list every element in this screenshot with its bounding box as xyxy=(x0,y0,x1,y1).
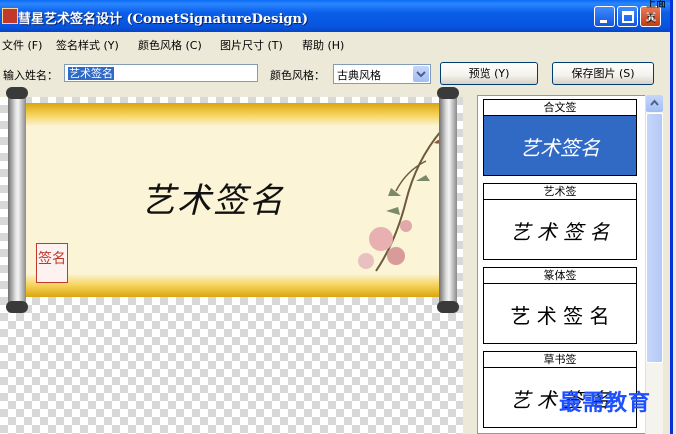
title-bar[interactable]: 彗星艺术签名设计 (CometSignatureDesign) xyxy=(0,0,670,32)
scroll-up-icon[interactable] xyxy=(646,95,663,112)
style-item-zhuanti[interactable]: 篆体签 艺 术 签 名 xyxy=(483,267,637,344)
seal-stamp: 签名 xyxy=(36,243,68,283)
color-style-value: 古典风格 xyxy=(337,69,381,82)
menu-bar: 文件 (F) 签名样式 (Y) 颜色风格 (C) 图片尺寸 (T) 帮助 (H) xyxy=(0,32,670,56)
maximize-icon xyxy=(622,11,634,23)
style-item-label: 合文签 xyxy=(483,99,637,116)
style-item-sample: 艺 术 签 名 xyxy=(510,304,610,328)
style-item-label: 草书签 xyxy=(483,351,637,368)
minimize-icon xyxy=(600,20,607,23)
menu-help[interactable]: 帮助 (H) xyxy=(302,37,344,53)
menu-image-size[interactable]: 图片尺寸 (T) xyxy=(220,37,283,53)
seal-text: 签名 xyxy=(38,251,66,267)
style-item-label: 篆体签 xyxy=(483,267,637,284)
color-style-select[interactable]: 古典风格 xyxy=(333,64,431,84)
style-item-hewen[interactable]: 合文签 艺术签名 xyxy=(483,99,637,176)
color-style-label: 颜色风格： xyxy=(270,69,325,82)
menu-file[interactable]: 文件 (F) xyxy=(2,37,42,53)
minimize-button[interactable] xyxy=(594,6,615,27)
style-item-sample: 艺术签名 xyxy=(520,136,600,160)
chevron-down-icon[interactable] xyxy=(413,66,429,82)
preview-button[interactable]: 预览 (Y) xyxy=(440,62,538,85)
menu-color-style[interactable]: 颜色风格 (C) xyxy=(138,37,202,53)
style-item-yishu[interactable]: 艺术签 艺 术 签 名 xyxy=(483,183,637,260)
app-icon xyxy=(2,8,18,24)
watermark-text: 最需教育 xyxy=(559,390,652,416)
style-item-sample: 艺 术 签 名 xyxy=(510,220,610,244)
corner-text: 上面页 xyxy=(646,0,666,25)
style-item-label: 艺术签 xyxy=(483,183,637,200)
window-title: 彗星艺术签名设计 (CometSignatureDesign) xyxy=(18,12,309,27)
name-input-value: 艺术签名 xyxy=(68,67,114,80)
signature-preview-text: 艺术签名 xyxy=(141,181,285,221)
name-input[interactable]: 艺术签名 xyxy=(64,64,258,82)
save-image-button[interactable]: 保存图片 (S) xyxy=(552,62,654,85)
maximize-button[interactable] xyxy=(617,6,638,27)
scroll-rod-left xyxy=(6,87,28,313)
scroll-paper: 签名 艺术签名 xyxy=(26,103,446,297)
scroll-painting: 签名 艺术签名 xyxy=(6,87,459,313)
scroll-rod-right xyxy=(437,87,459,313)
app-window: 彗星艺术签名设计 (CometSignatureDesign) 上面页 文件 (… xyxy=(0,0,673,434)
style-list-scrollbar[interactable] xyxy=(645,95,663,434)
name-label: 输入姓名： xyxy=(3,69,58,82)
menu-signature-style[interactable]: 签名样式 (Y) xyxy=(56,37,119,53)
scrollbar-thumb[interactable] xyxy=(646,113,663,363)
